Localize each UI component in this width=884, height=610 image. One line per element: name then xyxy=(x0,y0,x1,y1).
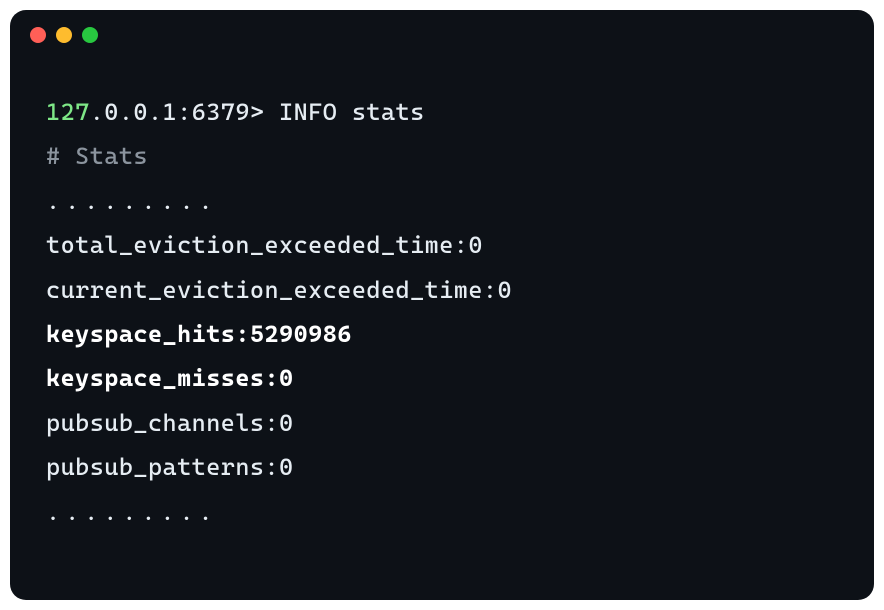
terminal-content[interactable]: 127.0.0.1:6379> INFO stats # Stats .....… xyxy=(10,60,874,564)
stats-header-comment: # Stats xyxy=(46,134,838,178)
ellipsis-line: ......... xyxy=(46,490,838,534)
output-lines: total_eviction_exceeded_time:0current_ev… xyxy=(46,223,838,489)
ellipsis-line: ......... xyxy=(46,179,838,223)
output-line: current_eviction_exceeded_time:0 xyxy=(46,268,838,312)
close-icon[interactable] xyxy=(30,27,46,43)
terminal-window: 127.0.0.1:6379> INFO stats # Stats .....… xyxy=(10,10,874,600)
output-line: keyspace_misses:0 xyxy=(46,356,838,400)
output-line: keyspace_hits:5290986 xyxy=(46,312,838,356)
output-line: pubsub_patterns:0 xyxy=(46,445,838,489)
prompt-line: 127.0.0.1:6379> INFO stats xyxy=(46,90,838,134)
title-bar xyxy=(10,10,874,60)
prompt-host: 127 xyxy=(46,98,90,126)
command-text: INFO stats xyxy=(279,98,425,126)
minimize-icon[interactable] xyxy=(56,27,72,43)
prompt-rest: .0.0.1:6379> xyxy=(90,98,265,126)
output-line: total_eviction_exceeded_time:0 xyxy=(46,223,838,267)
output-line: pubsub_channels:0 xyxy=(46,401,838,445)
maximize-icon[interactable] xyxy=(82,27,98,43)
